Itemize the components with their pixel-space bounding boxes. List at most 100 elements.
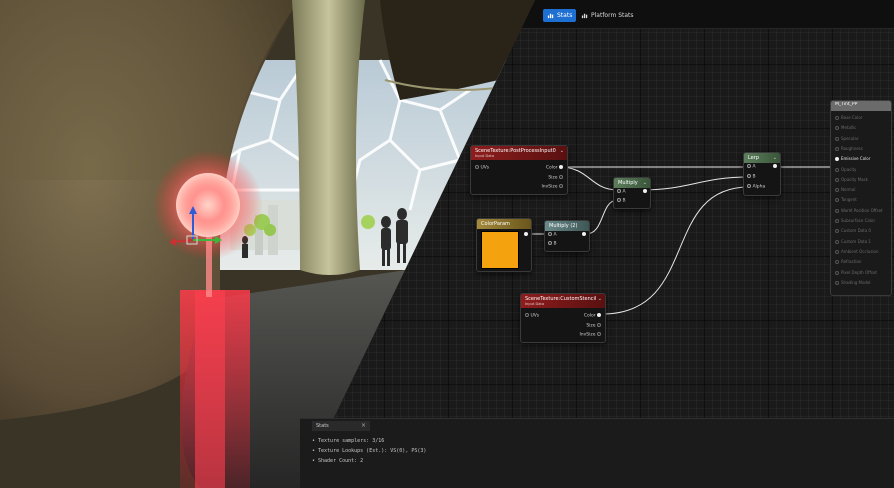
close-icon[interactable]: ×	[361, 422, 366, 429]
input-pin-a[interactable]: A	[548, 232, 557, 238]
pin-socket-icon	[835, 260, 839, 265]
result-pin[interactable]: Opacity	[835, 167, 856, 172]
pin-socket-icon	[747, 174, 751, 178]
result-pin-label: Tangent	[841, 197, 857, 203]
platform-stats-button[interactable]: Platform Stats	[577, 9, 638, 22]
result-pin-label: Subsurface Color	[841, 218, 876, 223]
output-pin-size[interactable]: Size	[586, 323, 601, 329]
result-pin-label: Shading Model	[841, 279, 871, 285]
pin-socket-icon	[525, 313, 529, 317]
output-pin-color[interactable]: Color	[546, 165, 563, 171]
multiply-node[interactable]: Multiply ⌄ A B	[613, 177, 651, 209]
output-pin[interactable]	[582, 232, 586, 238]
multiply-2-node[interactable]: Multiply (2) A B	[544, 220, 590, 252]
output-pin-invsize[interactable]: InvSize	[541, 184, 563, 190]
input-pin-b[interactable]: B	[548, 241, 557, 247]
result-pin[interactable]: Shading Model	[835, 280, 871, 285]
pin-socket-icon	[835, 249, 839, 254]
pin-socket-icon	[835, 270, 839, 275]
input-pin-alpha[interactable]: Alpha	[747, 184, 765, 190]
scene-texture-postprocess-node[interactable]: SceneTexture:PostProcessInput0 Input Dat…	[470, 145, 568, 195]
pin-socket-icon	[835, 219, 839, 223]
platform-stats-button-label: Platform Stats	[591, 12, 634, 19]
material-result-node[interactable]: M_Tint_PP Base Color Metallic Specular Roug…	[830, 100, 892, 296]
output-pin[interactable]	[524, 232, 528, 238]
result-pin[interactable]: Base Color	[835, 115, 862, 120]
stats-tab-label: Stats	[316, 423, 329, 429]
pin-socket-icon	[835, 229, 839, 234]
chevron-down-icon[interactable]: ⌄	[643, 180, 647, 186]
output-pin[interactable]	[773, 164, 777, 170]
result-pin[interactable]: Opacity Mask	[835, 177, 868, 182]
pin-socket-icon	[835, 177, 839, 182]
input-pin-b[interactable]: B	[747, 174, 756, 180]
result-pin[interactable]: Pixel Depth Offset	[835, 270, 877, 275]
input-pin-a[interactable]: A	[617, 189, 626, 195]
node-title: ColorParam	[481, 221, 510, 227]
result-pin[interactable]: Custom Data 1	[835, 239, 871, 244]
input-pin-b[interactable]: B	[617, 198, 626, 204]
pin-socket-icon	[835, 157, 839, 162]
pin-socket-icon	[597, 323, 601, 327]
node-title: Multiply	[618, 180, 638, 186]
stats-tab[interactable]: Stats ×	[312, 421, 370, 431]
color-swatch[interactable]	[481, 231, 519, 269]
result-pin[interactable]: Tangent	[835, 197, 857, 203]
pin-socket-icon	[597, 313, 601, 317]
result-pin-label: Opacity	[841, 166, 857, 172]
pin-socket-icon	[835, 167, 839, 172]
wire-multiply-to-lerp-b	[639, 176, 750, 191]
pin-socket-icon	[773, 164, 777, 168]
result-pin-label: Ambient Occlusion	[841, 248, 879, 254]
node-header: M_Tint_PP	[831, 101, 891, 111]
result-pin[interactable]: Ambient Occlusion	[835, 249, 879, 254]
input-pin-uvs[interactable]: UVs	[525, 313, 539, 319]
chevron-down-icon[interactable]: ⌄	[773, 155, 777, 161]
pin-socket-icon	[747, 164, 751, 168]
result-pin-label: World Position Offset	[841, 207, 883, 213]
input-pin-a[interactable]: A	[747, 164, 756, 170]
result-pin-label: Custom Data 0	[841, 228, 871, 234]
result-pin-label: Base Color	[841, 115, 863, 120]
result-pin[interactable]: World Position Offset	[835, 208, 883, 213]
result-pin[interactable]: Subsurface Color	[835, 218, 875, 223]
pin-socket-icon	[643, 189, 647, 193]
result-pin-label: Normal	[841, 187, 856, 193]
result-pin-label: Pixel Depth Offset	[841, 269, 877, 275]
lerp-node[interactable]: Lerp ⌄ A B Alpha	[743, 152, 781, 196]
result-pin[interactable]: Normal	[835, 187, 856, 193]
pin-socket-icon	[617, 189, 621, 193]
node-subtitle: Input Data	[475, 154, 495, 158]
pin-socket-icon	[524, 232, 528, 236]
result-pin[interactable]: Specular	[835, 136, 858, 141]
pin-socket-icon	[835, 208, 839, 213]
output-pin-size[interactable]: Size	[548, 175, 563, 181]
pin-socket-icon	[559, 175, 563, 179]
pin-socket-icon	[617, 198, 621, 202]
scene-texture-stencil-node[interactable]: SceneTexture:CustomStencil Input Data ⌄ …	[520, 293, 606, 343]
stat-line-texture-lookups: • Texture Lookups (Est.): VS(0), PS(3)	[312, 448, 427, 454]
result-pin[interactable]: Metallic	[835, 125, 857, 131]
pin-socket-icon	[475, 165, 479, 169]
chevron-down-icon[interactable]: ⌄	[560, 148, 564, 154]
pin-socket-icon	[835, 116, 839, 120]
node-header: ColorParam	[477, 219, 531, 229]
output-pin-color[interactable]: Color	[584, 313, 601, 319]
chevron-down-icon[interactable]: ⌄	[598, 296, 602, 302]
result-pin-label: Metallic	[841, 125, 857, 131]
color-parameter-node[interactable]: ColorParam	[476, 218, 532, 272]
result-pin[interactable]: Emissive Color	[835, 156, 870, 162]
result-pin[interactable]: Refraction	[835, 259, 861, 265]
result-pin-label: Opacity Mask	[841, 176, 868, 182]
result-pin[interactable]: Roughness	[835, 146, 863, 151]
pin-socket-icon	[835, 198, 839, 203]
stat-line-shader-count: • Shader Count: 2	[312, 458, 364, 464]
node-title: Lerp	[748, 155, 760, 161]
output-pin[interactable]	[643, 189, 647, 195]
pin-socket-icon	[597, 332, 601, 336]
result-pin[interactable]: Custom Data 0	[835, 228, 871, 234]
input-pin-uvs[interactable]: UVs	[475, 165, 489, 171]
output-pin-invsize[interactable]: InvSize	[579, 332, 601, 338]
stat-line-texture-samplers: • Texture samplers: 3/16	[312, 438, 385, 444]
stats-button[interactable]: Stats	[543, 9, 577, 22]
